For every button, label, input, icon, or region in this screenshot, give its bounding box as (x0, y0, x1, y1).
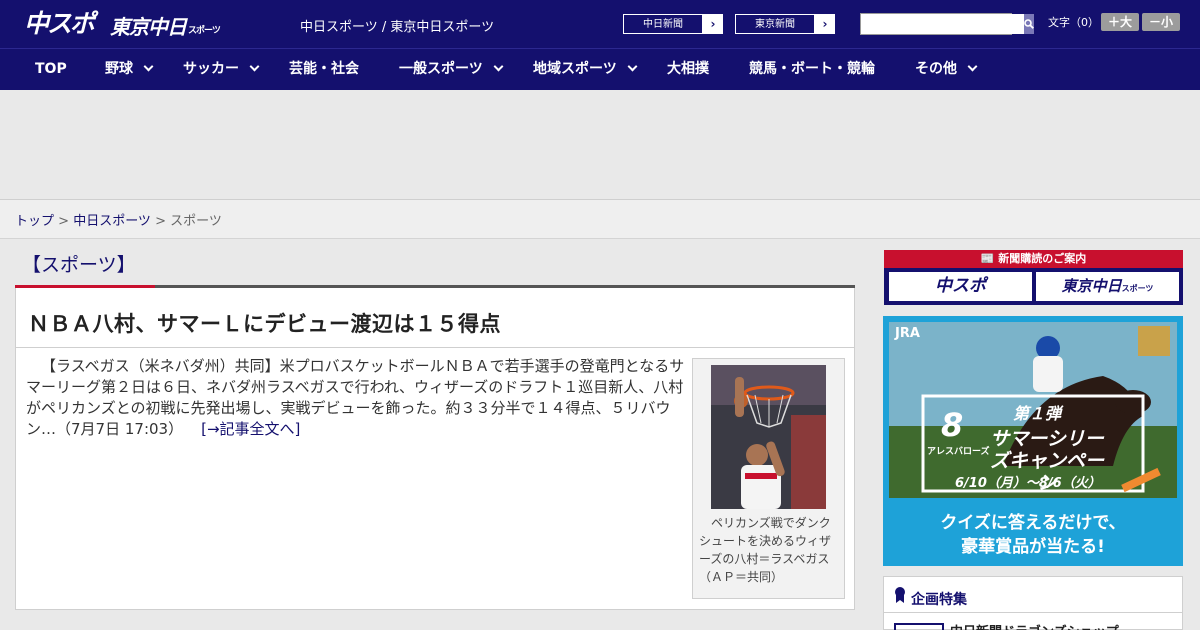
dragons-shop-thumbnail[interactable] (894, 623, 944, 630)
nav-item-local-sports[interactable]: 地域スポーツ (533, 49, 638, 90)
breadcrumb-current: スポーツ (170, 214, 222, 229)
chevron-down-icon (249, 61, 260, 72)
chunichi-shimbun-link[interactable]: 中日新聞 › (622, 13, 724, 35)
article-headline[interactable]: ＮＢＡ八村、サマーＬにデビュー渡辺は１５得点 (28, 308, 501, 338)
site-header: 中スポ 東京中日 スポーツ 中日スポーツ / 東京中日スポーツ 中日新聞 › 東京… (0, 0, 1200, 48)
subscription-heading: 📰 新聞購読のご案内 (884, 250, 1183, 268)
chunichi-shimbun-label: 中日新聞 (623, 14, 703, 34)
subscribe-tokyo-label: 東京中日 (1061, 277, 1122, 295)
subscribe-chuspo-button[interactable]: 中スポ (889, 272, 1032, 301)
chevron-right-icon: › (822, 17, 828, 31)
article-summary: 【ラスベガス（米ネバダ州）共同】米プロバスケットボールＮＢＡで若手選手の登竜門と… (26, 357, 685, 438)
jra-horse-number: 8 (941, 406, 964, 444)
nav-item-general-sports[interactable]: 一般スポーツ (399, 49, 504, 90)
nav-label: 芸能・社会 (289, 61, 359, 77)
site-names: 中日スポーツ / 東京中日スポーツ (300, 20, 495, 35)
jra-horse-name: アレスバローズ (927, 447, 990, 457)
special-features-header: 企画特集 (884, 577, 1182, 613)
subscribe-tokyo-button[interactable]: 東京中日スポーツ (1036, 272, 1179, 301)
search-button[interactable] (1024, 14, 1034, 34)
jra-logo: JRA (895, 326, 920, 341)
nav-item-other[interactable]: その他 (915, 49, 978, 90)
search-icon (1024, 19, 1034, 29)
nav-label: 競馬・ボート・競輪 (749, 61, 875, 77)
newspaper-icon: 📰 (980, 252, 995, 265)
nav-item-sumo[interactable]: 大相撲 (667, 49, 709, 90)
subscription-box: 📰 新聞購読のご案内 中スポ 東京中日スポーツ (884, 250, 1183, 305)
jra-tagline-1: クイズに答えるだけで、 (940, 513, 1126, 533)
jra-series-no: 第１弾 (1013, 404, 1062, 423)
section-title: 【スポーツ】 (22, 254, 136, 276)
tokyo-logo-text: 東京中日 (110, 15, 187, 39)
chevron-down-icon (143, 61, 154, 72)
nav-item-baseball[interactable]: 野球 (105, 49, 154, 90)
nav-item-racing[interactable]: 競馬・ボート・競輪 (749, 49, 875, 90)
nav-label: TOP (35, 61, 67, 77)
breadcrumb-separator: > (150, 214, 171, 229)
jra-tagline-2: 豪華賞品が当たる! (961, 537, 1105, 557)
nav-label: サッカー (183, 61, 239, 77)
headline-divider (16, 347, 854, 348)
dragons-shop-link[interactable]: 中日新聞ドラゴンズショップ (950, 621, 1119, 630)
breadcrumb-separator: > (54, 214, 74, 229)
search-input[interactable] (861, 14, 1024, 34)
search-form (860, 13, 1034, 35)
chevron-down-icon (493, 61, 504, 72)
global-nav: TOP 野球 サッカー 芸能・社会 一般スポーツ 地域スポーツ 大相撲 競馬・ボ… (0, 48, 1200, 90)
photo-caption: ペリカンズ戦でダンクシュートを決めるウィザーズの八村＝ラスベガス（ＡＰ＝共同） (699, 516, 832, 584)
font-smaller-button[interactable]: －小 (1142, 13, 1180, 31)
chuspo-logo[interactable]: 中スポ (24, 8, 95, 40)
chevron-down-icon (967, 61, 978, 72)
top-ad-area (0, 90, 1200, 200)
basketball-dunk-photo (711, 365, 826, 509)
chevron-down-icon (627, 61, 638, 72)
read-more-link[interactable]: [→記事全文へ] (201, 420, 300, 438)
ribbon-icon (895, 587, 905, 603)
article-body: 【ラスベガス（米ネバダ州）共同】米プロバスケットボールＮＢＡで若手選手の登竜門と… (26, 356, 686, 440)
chevron-right-icon: › (710, 17, 716, 31)
nav-label: 野球 (105, 61, 133, 77)
breadcrumb-chunichi-sports[interactable]: 中日スポーツ (73, 214, 151, 229)
breadcrumb-top[interactable]: トップ (15, 214, 54, 229)
font-bigger-button[interactable]: ＋大 (1101, 13, 1139, 31)
subscribe-tokyo-sub: スポーツ (1121, 284, 1154, 293)
article-card: ＮＢＡ八村、サマーＬにデビュー渡辺は１５得点 【ラスベガス（米ネバダ州）共同】米… (15, 288, 855, 610)
nav-label: 大相撲 (667, 61, 709, 77)
tokyo-shimbun-link[interactable]: 東京新聞 › (734, 13, 836, 35)
font-size-label: 文字（0） (1048, 16, 1099, 29)
nav-item-soccer[interactable]: サッカー (183, 49, 260, 90)
tokyo-chunichi-logo[interactable]: 東京中日 スポーツ (110, 8, 221, 40)
article-photo[interactable] (711, 365, 826, 509)
nav-label: 一般スポーツ (399, 61, 483, 77)
article-photo-box: ペリカンズ戦でダンクシュートを決めるウィザーズの八村＝ラスベガス（ＡＰ＝共同） (692, 358, 845, 599)
nav-label: 地域スポーツ (533, 61, 617, 77)
jra-ad-banner[interactable]: JRA 8 アレスバローズ 第１弾 サマーシリーズキャンペーン 6/10（月）～… (883, 316, 1183, 566)
subscription-title: 新聞購読のご案内 (998, 252, 1087, 265)
tokyo-logo-sub: スポーツ (188, 26, 221, 36)
tokyo-shimbun-label: 東京新聞 (735, 14, 815, 34)
nav-label: その他 (915, 61, 957, 77)
breadcrumb: トップ > 中日スポーツ > スポーツ (0, 200, 1200, 239)
nav-item-top[interactable]: TOP (35, 49, 67, 90)
special-features-title: 企画特集 (911, 592, 967, 608)
special-features-box: 企画特集 中日新聞ドラゴンズショップ (883, 576, 1183, 630)
nav-item-entertainment[interactable]: 芸能・社会 (289, 49, 359, 90)
jra-campaign-period: 6/10（月）～8/6（火） (955, 476, 1101, 491)
